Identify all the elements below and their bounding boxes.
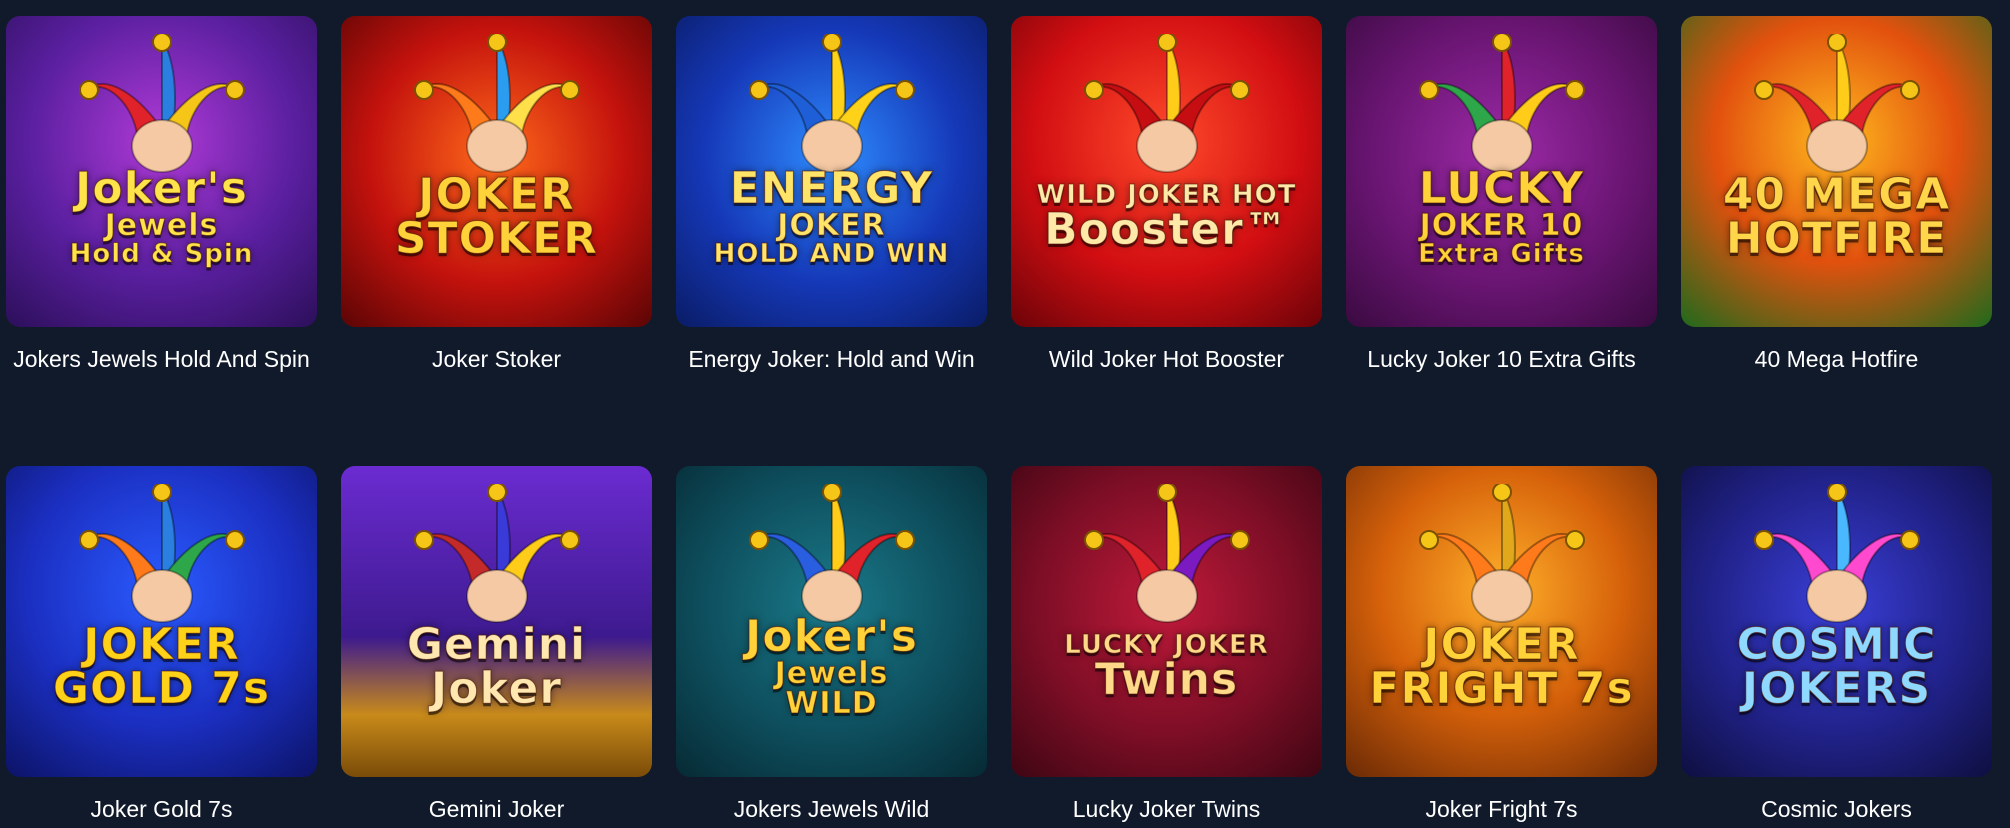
game-logo-line: STOKER (394, 212, 599, 264)
game-thumbnail[interactable]: Joker's Jewels Hold & Spin (6, 16, 317, 327)
game-logo-line: JOKER (418, 168, 575, 220)
game-title[interactable]: Energy Joker: Hold and Win (676, 343, 987, 375)
game-logo-line: GOLD 7s (52, 662, 271, 714)
game-title[interactable]: Wild Joker Hot Booster (1011, 343, 1322, 375)
game-title[interactable]: 40 Mega Hotfire (1681, 343, 1992, 375)
game-card[interactable]: JOKER FRIGHT 7s Joker Fright 7s (1346, 466, 1657, 828)
game-logo-line: Twins (1094, 653, 1239, 705)
game-thumbnail[interactable]: JOKER FRIGHT 7s (1346, 466, 1657, 777)
game-title[interactable]: Lucky Joker Twins (1011, 793, 1322, 825)
game-logo: 40 MEGA HOTFIRE (1713, 168, 1961, 264)
game-title[interactable]: Jokers Jewels Hold And Spin (6, 343, 317, 375)
game-thumbnail[interactable]: ENERGY JOKER HOLD AND WIN (676, 16, 987, 327)
game-logo-line: Jewels (774, 655, 889, 691)
game-card[interactable]: JOKER STOKER Joker Stoker (341, 16, 652, 466)
game-thumbnail[interactable]: JOKER GOLD 7s (6, 466, 317, 777)
game-logo-line: Booster™ (1044, 203, 1289, 255)
game-card[interactable]: Joker's Jewels Hold & Spin Jokers Jewels H… (6, 16, 317, 466)
jester-hat-icon (748, 34, 915, 173)
game-card[interactable]: LUCKY JOKER Twins Lucky Joker Twins (1011, 466, 1322, 828)
game-card[interactable]: WILD JOKER HOT Booster™ Wild Joker Hot Bo… (1011, 16, 1322, 466)
game-logo-line: JOKER (777, 207, 886, 243)
game-logo-line: FRIGHT 7s (1369, 662, 1634, 714)
jester-hat-icon (1418, 34, 1585, 173)
game-card[interactable]: Gemini Joker Gemini Joker (341, 466, 652, 828)
jester-hat-icon (1753, 34, 1920, 173)
game-logo-line: Jewels (104, 207, 219, 243)
jester-hat-icon (1753, 484, 1920, 623)
jester-hat-icon (413, 34, 580, 173)
game-title[interactable]: Cosmic Jokers (1681, 793, 1992, 825)
jester-hat-icon (1418, 484, 1585, 623)
game-logo: Joker's Jewels Hold & Spin (60, 162, 264, 269)
game-title[interactable]: Joker Stoker (341, 343, 652, 375)
game-logo-line: WILD (785, 685, 878, 721)
game-logo: Gemini Joker (397, 618, 596, 714)
jester-hat-icon (413, 484, 580, 623)
game-title[interactable]: Joker Gold 7s (6, 793, 317, 825)
game-title[interactable]: Lucky Joker 10 Extra Gifts (1346, 343, 1657, 375)
game-logo: LUCKY JOKER 10 Extra Gifts (1408, 162, 1595, 269)
jester-hat-icon (748, 484, 915, 623)
game-logo-line: ENERGY (729, 162, 934, 214)
game-logo-line: Joker's (745, 610, 918, 662)
jester-hat-icon (1083, 34, 1250, 173)
game-card[interactable]: COSMIC JOKERS Cosmic Jokers (1681, 466, 1992, 828)
jester-hat-icon (1083, 484, 1250, 623)
game-logo: Joker's Jewels WILD (735, 610, 928, 721)
game-logo: JOKER STOKER (385, 168, 608, 264)
game-title[interactable]: Joker Fright 7s (1346, 793, 1657, 825)
game-logo-line: JOKER (1423, 618, 1580, 670)
game-logo-line: Joker (430, 662, 563, 714)
game-logo-line: COSMIC (1736, 618, 1937, 670)
game-card[interactable]: ENERGY JOKER HOLD AND WIN Energy Joker: Ho… (676, 16, 987, 466)
game-thumbnail[interactable]: 40 MEGA HOTFIRE (1681, 16, 1992, 327)
game-logo: WILD JOKER HOT Booster™ (1027, 181, 1307, 255)
game-title[interactable]: Jokers Jewels Wild (676, 793, 987, 825)
jester-hat-icon (78, 484, 245, 623)
game-thumbnail[interactable]: Joker's Jewels WILD (676, 466, 987, 777)
game-logo: JOKER FRIGHT 7s (1359, 618, 1643, 714)
game-logo-line: Extra Gifts (1418, 238, 1585, 269)
game-logo-line: 40 MEGA (1722, 168, 1951, 220)
game-logo: COSMIC JOKERS (1727, 618, 1947, 714)
jester-hat-icon (78, 34, 245, 173)
game-card[interactable]: 40 MEGA HOTFIRE 40 Mega Hotfire (1681, 16, 1992, 466)
game-logo-line: Hold & Spin (69, 238, 254, 269)
game-card[interactable]: Joker's Jewels WILD Jokers Jewels Wild (676, 466, 987, 828)
game-logo-line: Gemini (406, 618, 587, 670)
game-logo: JOKER GOLD 7s (43, 618, 280, 714)
game-thumbnail[interactable]: LUCKY JOKER Twins (1011, 466, 1322, 777)
game-logo-line: JOKER (83, 618, 240, 670)
game-logo-line: HOLD AND WIN (713, 238, 950, 269)
game-logo-line: LUCKY (1418, 162, 1585, 214)
game-logo-line: JOKER 10 (1419, 207, 1584, 243)
game-thumbnail[interactable]: WILD JOKER HOT Booster™ (1011, 16, 1322, 327)
game-logo: LUCKY JOKER Twins (1054, 631, 1279, 705)
game-logo-line: Joker's (75, 162, 248, 214)
game-thumbnail[interactable]: JOKER STOKER (341, 16, 652, 327)
game-thumbnail[interactable]: Gemini Joker (341, 466, 652, 777)
game-grid: Joker's Jewels Hold & Spin Jokers Jewels H… (6, 16, 2004, 828)
game-card[interactable]: JOKER GOLD 7s Joker Gold 7s (6, 466, 317, 828)
game-thumbnail[interactable]: LUCKY JOKER 10 Extra Gifts (1346, 16, 1657, 327)
game-title[interactable]: Gemini Joker (341, 793, 652, 825)
game-logo: ENERGY JOKER HOLD AND WIN (704, 162, 960, 269)
game-thumbnail[interactable]: COSMIC JOKERS (1681, 466, 1992, 777)
game-logo-line: JOKERS (1741, 662, 1932, 714)
game-logo-line: HOTFIRE (1725, 212, 1948, 264)
game-card[interactable]: LUCKY JOKER 10 Extra Gifts Lucky Joker 10 … (1346, 16, 1657, 466)
